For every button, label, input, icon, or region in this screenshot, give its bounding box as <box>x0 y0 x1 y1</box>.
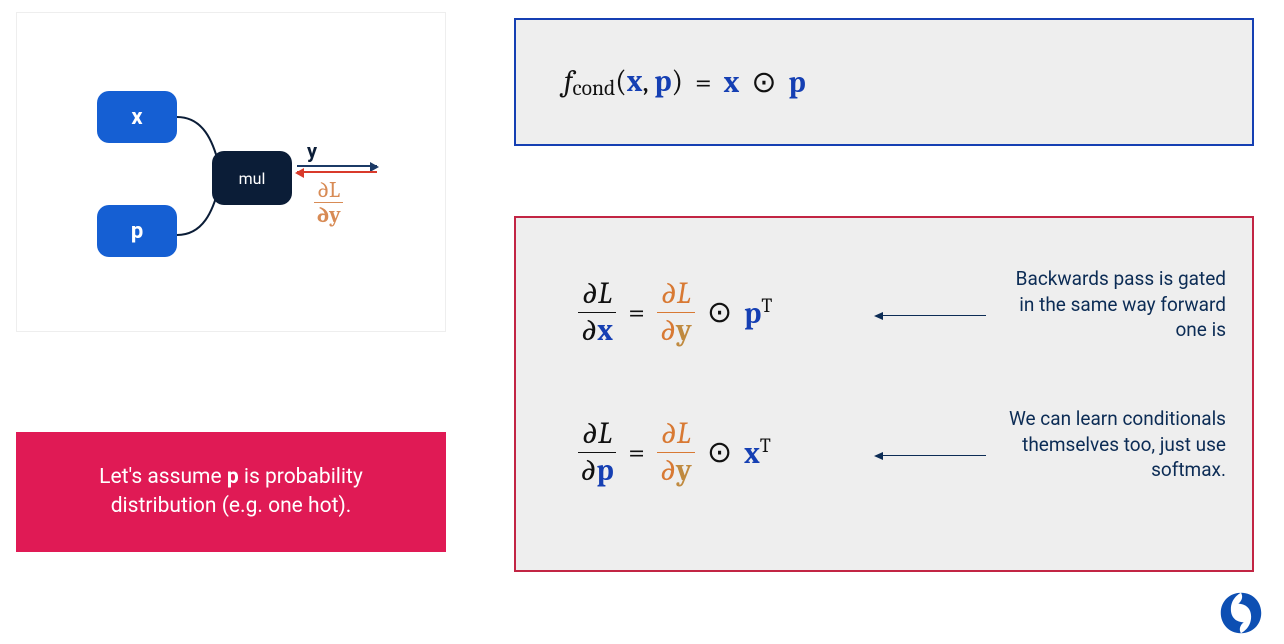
assume-var: p <box>227 465 239 489</box>
backward-equations-box: ∂L ∂x = ∂L ∂y ⊙ pT Backwards pass is gat… <box>514 216 1254 572</box>
dL-dx-equation: ∂L ∂x = ∂L ∂y ⊙ pT <box>578 278 772 346</box>
node-x: x <box>97 91 177 143</box>
edge-x-to-mul <box>175 111 223 171</box>
node-mul: mul <box>212 151 292 205</box>
backward-arrow-icon <box>297 171 377 173</box>
dL-dp-equation: ∂L ∂p = ∂L ∂y ⊙ xT <box>578 418 771 486</box>
brand-logo-icon <box>1218 590 1264 636</box>
computation-graph-panel: x p mul y ∂L ∂y <box>16 12 446 332</box>
output-label-y: y <box>307 139 317 163</box>
forward-equation-box: fcond(x, p) = x ⊙ p <box>514 18 1254 146</box>
grad-numerator: ∂L <box>314 179 343 203</box>
dL-dx-annotation: Backwards pass is gated in the same way … <box>996 266 1226 343</box>
annotation-arrow-icon <box>876 455 986 456</box>
edge-p-to-mul <box>175 181 223 241</box>
forward-equation: fcond(x, p) = x ⊙ p <box>564 64 806 101</box>
forward-arrow-icon <box>297 165 377 167</box>
node-p: p <box>97 205 177 257</box>
grad-denominator: ∂y <box>314 203 343 226</box>
dL-dp-annotation: We can learn conditionals themselves too… <box>996 406 1226 483</box>
assumption-callout: Let's assume p is probability distributi… <box>16 432 446 552</box>
assume-pre: Let's assume <box>99 465 227 489</box>
grad-dL-dy: ∂L ∂y <box>314 179 343 226</box>
annotation-arrow-icon <box>876 315 986 316</box>
